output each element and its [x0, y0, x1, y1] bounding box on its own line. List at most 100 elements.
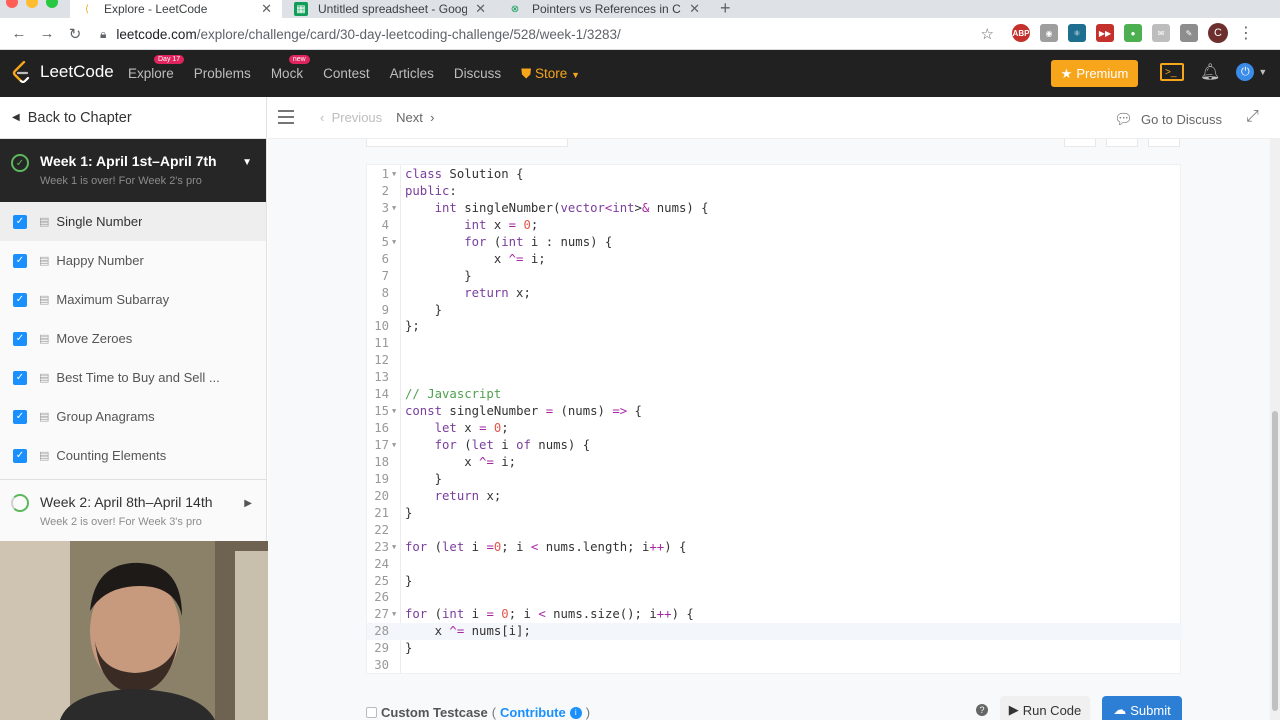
code-line[interactable]: 23 ▼ for (let i =0; i < nums.length; i++) … — [367, 539, 1182, 556]
fold-arrow-icon[interactable]: ▼ — [392, 234, 396, 251]
fold-arrow-icon[interactable]: ▼ — [392, 166, 396, 183]
editor-tool-stub[interactable] — [1148, 139, 1180, 147]
custom-testcase-toggle[interactable]: Custom Testcase ( Contribute i ) — [366, 705, 590, 720]
code-line[interactable]: 24 — [367, 556, 1182, 573]
help-question-icon[interactable]: ? — [976, 704, 988, 716]
next-button[interactable]: Next › — [396, 110, 434, 125]
scrollbar-thumb[interactable] — [1272, 411, 1278, 711]
code-line[interactable]: 5 ▼ for (int i : nums) { — [367, 234, 1182, 251]
code-line[interactable]: 30 — [367, 657, 1182, 674]
go-to-discuss-link[interactable]: 💬︎ Go to Discuss — [1114, 110, 1222, 128]
notification-bell-icon[interactable]: 🔔︎ — [1200, 62, 1220, 82]
list-item-move-zeroes[interactable]: ✓ ▤ Move Zeroes — [0, 319, 266, 358]
video-extension-icon[interactable]: ▶▶ — [1096, 24, 1114, 42]
code-editor[interactable]: 1 ▼ class Solution {2 public: 3 ▼ int singleN… — [366, 164, 1182, 674]
browser-tab-leetcode[interactable]: ⟨ Explore - LeetCode ✕ — [70, 0, 282, 18]
week-1-section[interactable]: ✓ Week 1: April 1st–April 7th Week 1 is … — [0, 139, 266, 202]
playground-terminal-icon[interactable]: >_ — [1160, 63, 1184, 81]
nav-articles[interactable]: Articles — [390, 66, 434, 81]
code-line[interactable]: 16 let x = 0; — [367, 420, 1182, 437]
code-lines[interactable]: 1 ▼ class Solution {2 public: 3 ▼ int singleN… — [367, 166, 1182, 674]
nav-mock[interactable]: Mock new — [271, 55, 310, 81]
back-arrow-icon[interactable]: ← — [5, 25, 33, 42]
browser-tab-spreadsheet[interactable]: ▦ Untitled spreadsheet - Google ✕ — [284, 0, 496, 18]
code-line[interactable]: 13 — [367, 369, 1182, 386]
code-line[interactable]: 25} — [367, 573, 1182, 590]
nav-explore[interactable]: Explore Day 17 — [128, 55, 185, 81]
custom-testcase-checkbox[interactable] — [366, 707, 377, 718]
code-line[interactable]: 7 } — [367, 268, 1182, 285]
submit-button[interactable]: ☁ Submit — [1102, 696, 1182, 720]
code-line[interactable]: 28 x ^= nums[i]; — [367, 623, 1182, 641]
code-line[interactable]: 21} — [367, 505, 1182, 522]
forward-arrow-icon[interactable]: → — [33, 25, 61, 42]
fold-arrow-icon[interactable]: ▼ — [392, 403, 396, 420]
eyedropper-extension-icon[interactable]: ✎ — [1180, 24, 1198, 42]
code-line[interactable]: 6 x ^= i; — [367, 251, 1182, 268]
new-tab-icon[interactable]: + — [720, 0, 731, 19]
user-power-icon[interactable]: ⏻ — [1236, 63, 1255, 81]
leetcode-logo[interactable]: LeetCode — [12, 61, 114, 83]
code-line[interactable]: 20 return x; — [367, 488, 1182, 505]
list-item-single-number[interactable]: ✓ ▤ Single Number — [0, 202, 266, 241]
hamburger-menu-icon[interactable] — [278, 110, 294, 128]
premium-button[interactable]: ★ Premium — [1051, 60, 1138, 87]
nav-store[interactable]: ⛊ Store ▼ — [521, 66, 580, 82]
fold-arrow-icon[interactable]: ▼ — [392, 200, 396, 217]
code-line[interactable]: 14 // Javascript — [367, 386, 1182, 403]
frog-extension-icon[interactable]: ● — [1124, 24, 1142, 42]
code-line[interactable]: 17 ▼ for (let i of nums) { — [367, 437, 1182, 454]
chevron-down-icon[interactable]: ▼ — [1258, 67, 1267, 77]
address-bar[interactable]: 🔒︎ leetcode.com/explore/challenge/card/3… — [100, 22, 1002, 46]
code-line[interactable]: 2 public: — [367, 183, 1182, 200]
code-line[interactable]: 12 — [367, 352, 1182, 369]
profile-avatar[interactable]: C — [1208, 23, 1228, 43]
expand-fullscreen-icon[interactable]: ⤢ — [1246, 108, 1259, 126]
language-select-stub[interactable] — [366, 139, 568, 147]
nav-problems[interactable]: Problems — [194, 66, 251, 81]
mail-extension-icon[interactable]: ✉ — [1152, 24, 1170, 42]
back-to-chapter-link[interactable]: ◀ Back to Chapter — [0, 97, 266, 139]
code-line[interactable]: 1 ▼ class Solution { — [367, 166, 1182, 183]
list-item-maximum-subarray[interactable]: ✓ ▤ Maximum Subarray — [0, 280, 266, 319]
code-line[interactable]: 22 — [367, 522, 1182, 539]
code-line[interactable]: 18 x ^= i; — [367, 454, 1182, 471]
browser-tab-pointers[interactable]: ⊗ Pointers vs References in C++ ✕ — [498, 0, 710, 18]
list-item-happy-number[interactable]: ✓ ▤ Happy Number — [0, 241, 266, 280]
list-item-group-anagrams[interactable]: ✓ ▤ Group Anagrams — [0, 397, 266, 436]
fold-arrow-icon[interactable]: ▼ — [392, 437, 396, 454]
react-extension-icon[interactable]: ⚛ — [1068, 24, 1086, 42]
bookmark-star-icon[interactable]: ☆ — [981, 25, 994, 43]
code-line[interactable]: 26 — [367, 589, 1182, 606]
camera-extension-icon[interactable]: ◉ — [1040, 24, 1058, 42]
close-tab-icon[interactable]: ✕ — [689, 1, 700, 17]
close-tab-icon[interactable]: ✕ — [261, 1, 272, 17]
code-line[interactable]: 3 ▼ int singleNumber(vector<int>& nums) { — [367, 200, 1182, 217]
code-line[interactable]: 19 } — [367, 471, 1182, 488]
list-item-counting-elements[interactable]: ✓ ▤ Counting Elements — [0, 436, 266, 475]
code-line[interactable]: 27 ▼ for (int i = 0; i < nums.size(); i++)… — [367, 606, 1182, 623]
code-line[interactable]: 15 ▼ const singleNumber = (nums) => { — [367, 403, 1182, 420]
editor-tool-stub[interactable] — [1106, 139, 1138, 147]
fold-arrow-icon[interactable]: ▼ — [392, 606, 396, 623]
week-2-section[interactable]: Week 2: April 8th–April 14th Week 2 is o… — [0, 479, 266, 542]
editor-tool-stub[interactable] — [1064, 139, 1096, 147]
nav-discuss[interactable]: Discuss — [454, 66, 501, 81]
code-line[interactable]: 10}; — [367, 318, 1182, 335]
code-line[interactable]: 8 return x; — [367, 285, 1182, 302]
zoom-window-button[interactable] — [46, 0, 58, 8]
list-item-best-time-to-buy-and-sell[interactable]: ✓ ▤ Best Time to Buy and Sell ... — [0, 358, 266, 397]
fold-arrow-icon[interactable]: ▼ — [392, 539, 396, 556]
nav-contest[interactable]: Contest — [323, 66, 370, 81]
page-scrollbar[interactable] — [1270, 139, 1280, 720]
contribute-link[interactable]: Contribute — [500, 705, 566, 720]
code-line[interactable]: 4 int x = 0; — [367, 217, 1182, 234]
run-code-button[interactable]: ▶ Run Code — [1000, 696, 1090, 720]
code-line[interactable]: 11 — [367, 335, 1182, 352]
close-tab-icon[interactable]: ✕ — [475, 1, 486, 17]
code-line[interactable]: 9 } — [367, 302, 1182, 319]
close-window-button[interactable] — [6, 0, 18, 8]
previous-button[interactable]: ‹ Previous — [320, 110, 382, 125]
reload-icon[interactable]: ↻ — [61, 25, 89, 43]
minimize-window-button[interactable] — [26, 0, 38, 8]
